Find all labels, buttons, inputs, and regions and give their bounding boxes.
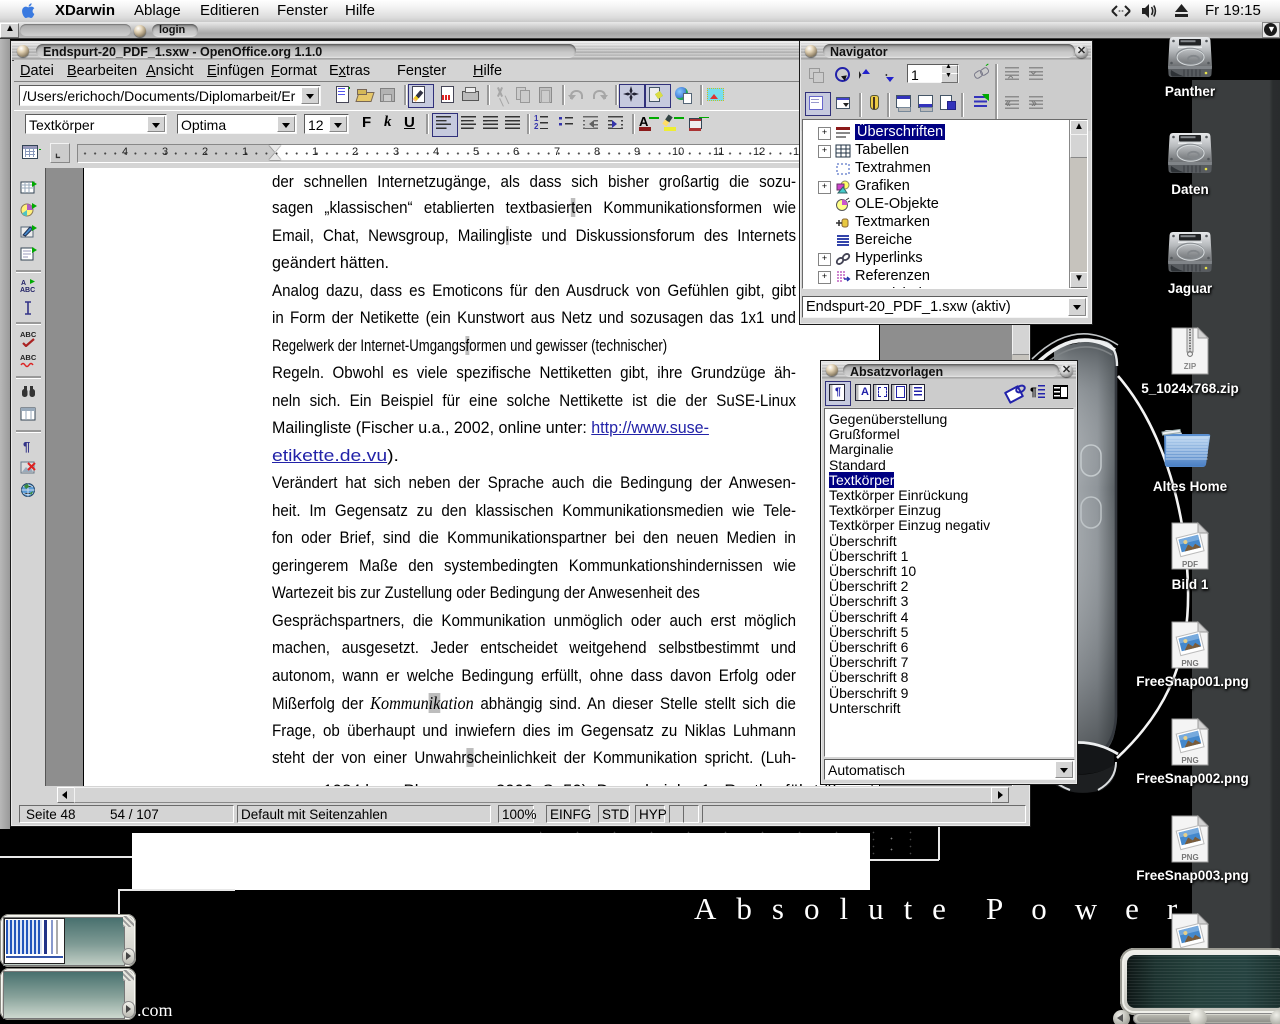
svg-text:ABC: ABC — [20, 353, 37, 362]
svg-text:¶: ¶ — [23, 439, 30, 454]
svg-text:PNG: PNG — [1181, 659, 1198, 668]
svg-text:PNG: PNG — [1181, 853, 1198, 862]
svg-text:PDF: PDF — [1182, 560, 1198, 569]
svg-text:A: A — [21, 280, 26, 287]
svg-text:ABC: ABC — [20, 330, 37, 339]
svg-text:ABC: ABC — [20, 287, 35, 294]
svg-text:PNG: PNG — [1181, 756, 1198, 765]
